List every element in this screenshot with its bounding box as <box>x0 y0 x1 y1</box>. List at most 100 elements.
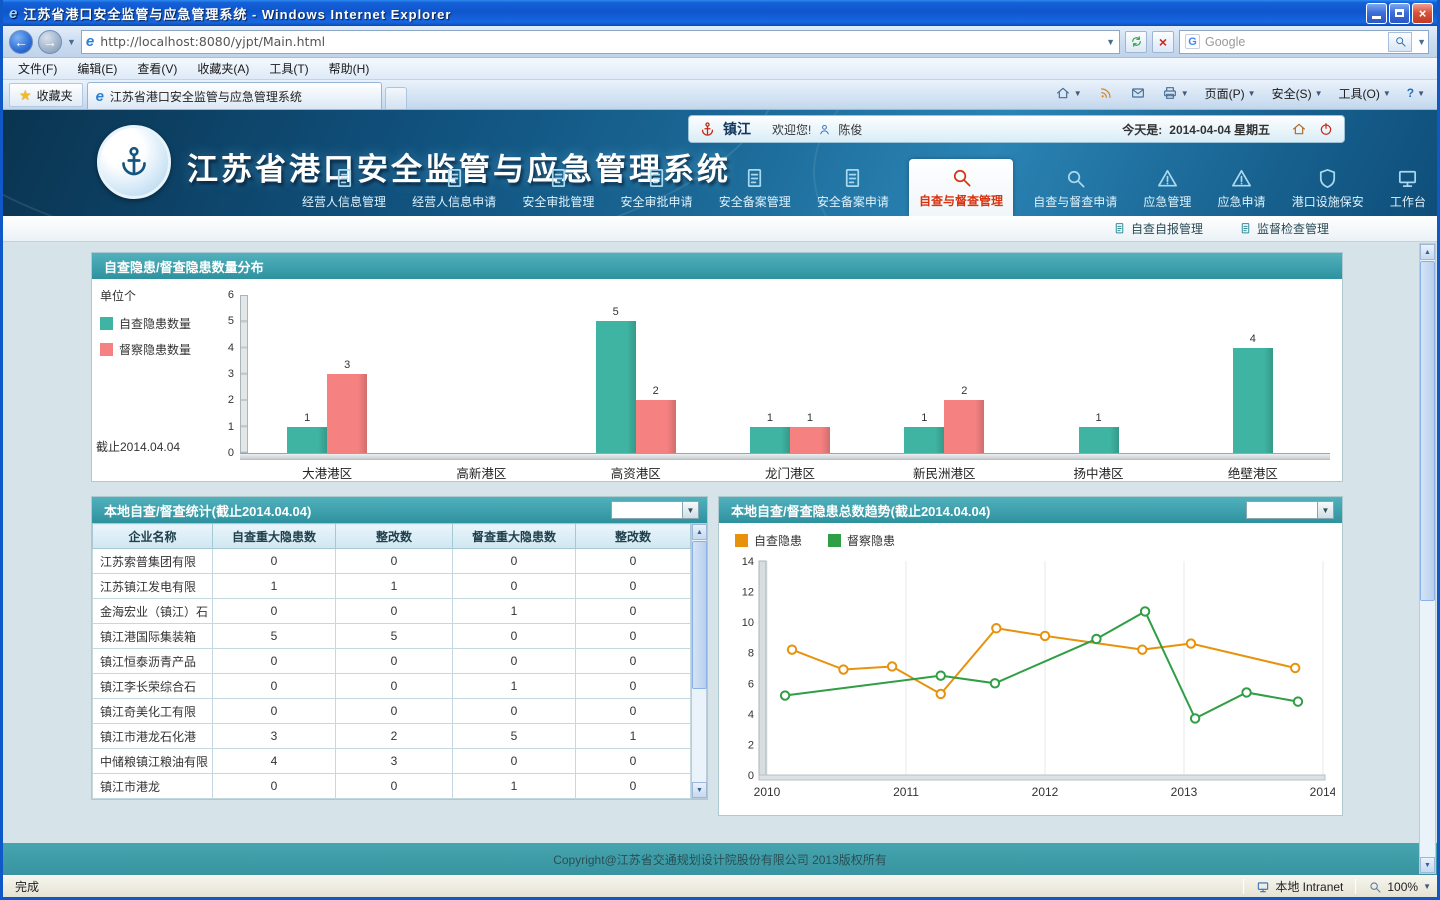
table-row[interactable]: 镇江港国际集装箱5500 <box>93 624 691 649</box>
chevron-down-icon[interactable]: ▼ <box>682 501 699 519</box>
search-dropdown-icon[interactable]: ▼ <box>1417 37 1426 47</box>
search-icon <box>1394 35 1407 48</box>
subnav-supervision[interactable]: 监督检查管理 <box>1239 220 1329 237</box>
sub-nav: 自查自报管理 监督检查管理 <box>3 216 1437 242</box>
minimize-button[interactable] <box>1366 3 1387 24</box>
table-row[interactable]: 镇江市港龙0010 <box>93 774 691 799</box>
site-logo <box>97 125 171 199</box>
search-input[interactable]: Google <box>1205 35 1383 49</box>
subnav-self-report[interactable]: 自查自报管理 <box>1113 220 1203 237</box>
safety-menu-button[interactable]: 安全(S)▼ <box>1266 82 1329 105</box>
tools-menu-button[interactable]: 工具(O)▼ <box>1332 82 1396 105</box>
nav-item-5[interactable]: 安全备案申请 <box>811 163 895 216</box>
read-mail-button[interactable] <box>1124 82 1152 104</box>
search-box[interactable]: G Google ▼ <box>1179 30 1429 54</box>
nav-item-4[interactable]: 安全备案管理 <box>713 163 797 216</box>
window-title: 江苏省港口安全监管与应急管理系统 - Windows Internet Expl… <box>23 4 1360 23</box>
bar: 5 <box>596 321 636 453</box>
nav-item-10[interactable]: 港口设施保安 <box>1286 163 1370 216</box>
menu-file[interactable]: 文件(F) <box>9 58 66 79</box>
table-row[interactable]: 中储粮镇江粮油有限4300 <box>93 749 691 774</box>
favorites-label: 收藏夹 <box>37 87 73 104</box>
value-cell: 0 <box>213 549 336 574</box>
nav-item-2[interactable]: 安全审批管理 <box>516 163 600 216</box>
url-text[interactable]: http://localhost:8080/yjpt/Main.html <box>100 34 1100 49</box>
company-name-cell: 江苏索普集团有限 <box>93 549 213 574</box>
menu-help[interactable]: 帮助(H) <box>320 58 379 79</box>
scroll-down-icon[interactable]: ▼ <box>692 782 707 798</box>
url-field[interactable]: e http://localhost:8080/yjpt/Main.html ▼ <box>81 30 1120 54</box>
print-button[interactable]: ▼ <box>1156 82 1195 104</box>
legend-label: 自查隐患 <box>754 532 802 549</box>
nav-item-8[interactable]: 应急管理 <box>1137 163 1197 216</box>
new-tab-button[interactable] <box>385 87 407 109</box>
trend-filter-select[interactable]: ▼ <box>1246 501 1334 519</box>
site-footer: Copyright@江苏省交通规划设计院股份有限公司 2013版权所有 <box>3 843 1437 875</box>
nav-item-3[interactable]: 安全审批申请 <box>615 163 699 216</box>
scroll-up-icon[interactable]: ▲ <box>692 524 707 540</box>
bar-value-label: 1 <box>750 412 790 424</box>
page-scrollbar[interactable]: ▲ ▼ <box>1419 243 1436 874</box>
home-shortcut-icon[interactable] <box>1291 121 1307 137</box>
refresh-button[interactable] <box>1125 31 1147 53</box>
menu-view[interactable]: 查看(V) <box>128 58 186 79</box>
value-cell: 1 <box>336 574 453 599</box>
page-menu-button[interactable]: 页面(P)▼ <box>1199 82 1262 105</box>
history-dropdown-icon[interactable]: ▼ <box>67 37 76 47</box>
scrollbar-thumb[interactable] <box>692 541 707 689</box>
nav-item-7[interactable]: 自查与督查申请 <box>1027 163 1123 216</box>
scroll-down-icon[interactable]: ▼ <box>1420 857 1435 873</box>
table-row[interactable]: 镇江市港龙石化港3251 <box>93 724 691 749</box>
trend-chart-header: 本地自查/督查隐患总数趋势(截止2014.04.04) ▼ <box>719 497 1342 523</box>
favorites-button[interactable]: ★ 收藏夹 <box>9 83 83 107</box>
table-row[interactable]: 镇江李长荣综合石0010 <box>93 674 691 699</box>
table-row[interactable]: 江苏索普集团有限0000 <box>93 549 691 574</box>
nav-item-11[interactable]: 工作台 <box>1384 163 1432 216</box>
scrollbar-thumb[interactable] <box>1420 261 1435 601</box>
nav-item-1[interactable]: 经营人信息申请 <box>406 163 502 216</box>
stop-button[interactable]: × <box>1152 31 1174 53</box>
nav-item-6[interactable]: 自查与督查管理 <box>909 159 1013 216</box>
value-cell: 0 <box>453 699 576 724</box>
value-cell: 0 <box>213 674 336 699</box>
table-scrollbar[interactable]: ▲ ▼ <box>691 523 707 799</box>
company-name-cell: 镇江奇美化工有限 <box>93 699 213 724</box>
forward-button[interactable]: → <box>38 30 62 54</box>
zoom-control[interactable]: 100% ▼ <box>1362 880 1437 894</box>
back-button[interactable]: ← <box>9 30 33 54</box>
nav-item-0[interactable]: 经营人信息管理 <box>296 163 392 216</box>
legend-item: 督察隐患数量 <box>100 341 191 358</box>
table-row[interactable]: 镇江奇美化工有限0000 <box>93 699 691 724</box>
menu-edit[interactable]: 编辑(E) <box>68 58 126 79</box>
table-filter-select[interactable]: ▼ <box>611 501 699 519</box>
bar-value-label: 4 <box>1233 333 1273 345</box>
home-button[interactable]: ▼ <box>1049 82 1088 104</box>
address-bar: ← → ▼ e http://localhost:8080/yjpt/Main.… <box>3 26 1437 58</box>
page-favicon-icon: e <box>86 34 94 49</box>
legend-swatch <box>100 317 113 330</box>
security-zone: 本地 Intranet <box>1250 878 1349 895</box>
nav-item-9[interactable]: 应急申请 <box>1212 163 1272 216</box>
table-row[interactable]: 江苏镇江发电有限1100 <box>93 574 691 599</box>
maximize-button[interactable] <box>1389 3 1410 24</box>
legend-swatch <box>828 534 841 547</box>
close-button[interactable]: × <box>1412 3 1433 24</box>
chevron-down-icon[interactable]: ▼ <box>1317 501 1334 519</box>
x-category-label: 高资港区 <box>559 463 713 482</box>
url-dropdown-icon[interactable]: ▼ <box>1106 37 1115 47</box>
scroll-up-icon[interactable]: ▲ <box>1420 244 1435 260</box>
nav-item-label: 自查与督查管理 <box>919 192 1003 209</box>
menu-tools[interactable]: 工具(T) <box>260 58 317 79</box>
help-button[interactable]: ?▼ <box>1401 83 1431 103</box>
zoom-dropdown-icon[interactable]: ▼ <box>1423 882 1431 891</box>
logout-icon[interactable] <box>1318 121 1334 137</box>
table-row[interactable]: 镇江恒泰沥青产品0000 <box>93 649 691 674</box>
menu-favorites[interactable]: 收藏夹(A) <box>188 58 258 79</box>
table-row[interactable]: 金海宏业（镇江）石0010 <box>93 599 691 624</box>
value-cell: 0 <box>576 599 691 624</box>
search-go-button[interactable] <box>1388 32 1412 52</box>
google-logo-icon: G <box>1185 34 1200 49</box>
feeds-button[interactable] <box>1092 82 1120 104</box>
stats-table-panel: 本地自查/督查统计(截止2014.04.04) ▼ 企业名称自查重大隐患数整改数… <box>91 496 708 800</box>
tab-active[interactable]: e 江苏省港口安全监管与应急管理系统 <box>87 82 382 109</box>
